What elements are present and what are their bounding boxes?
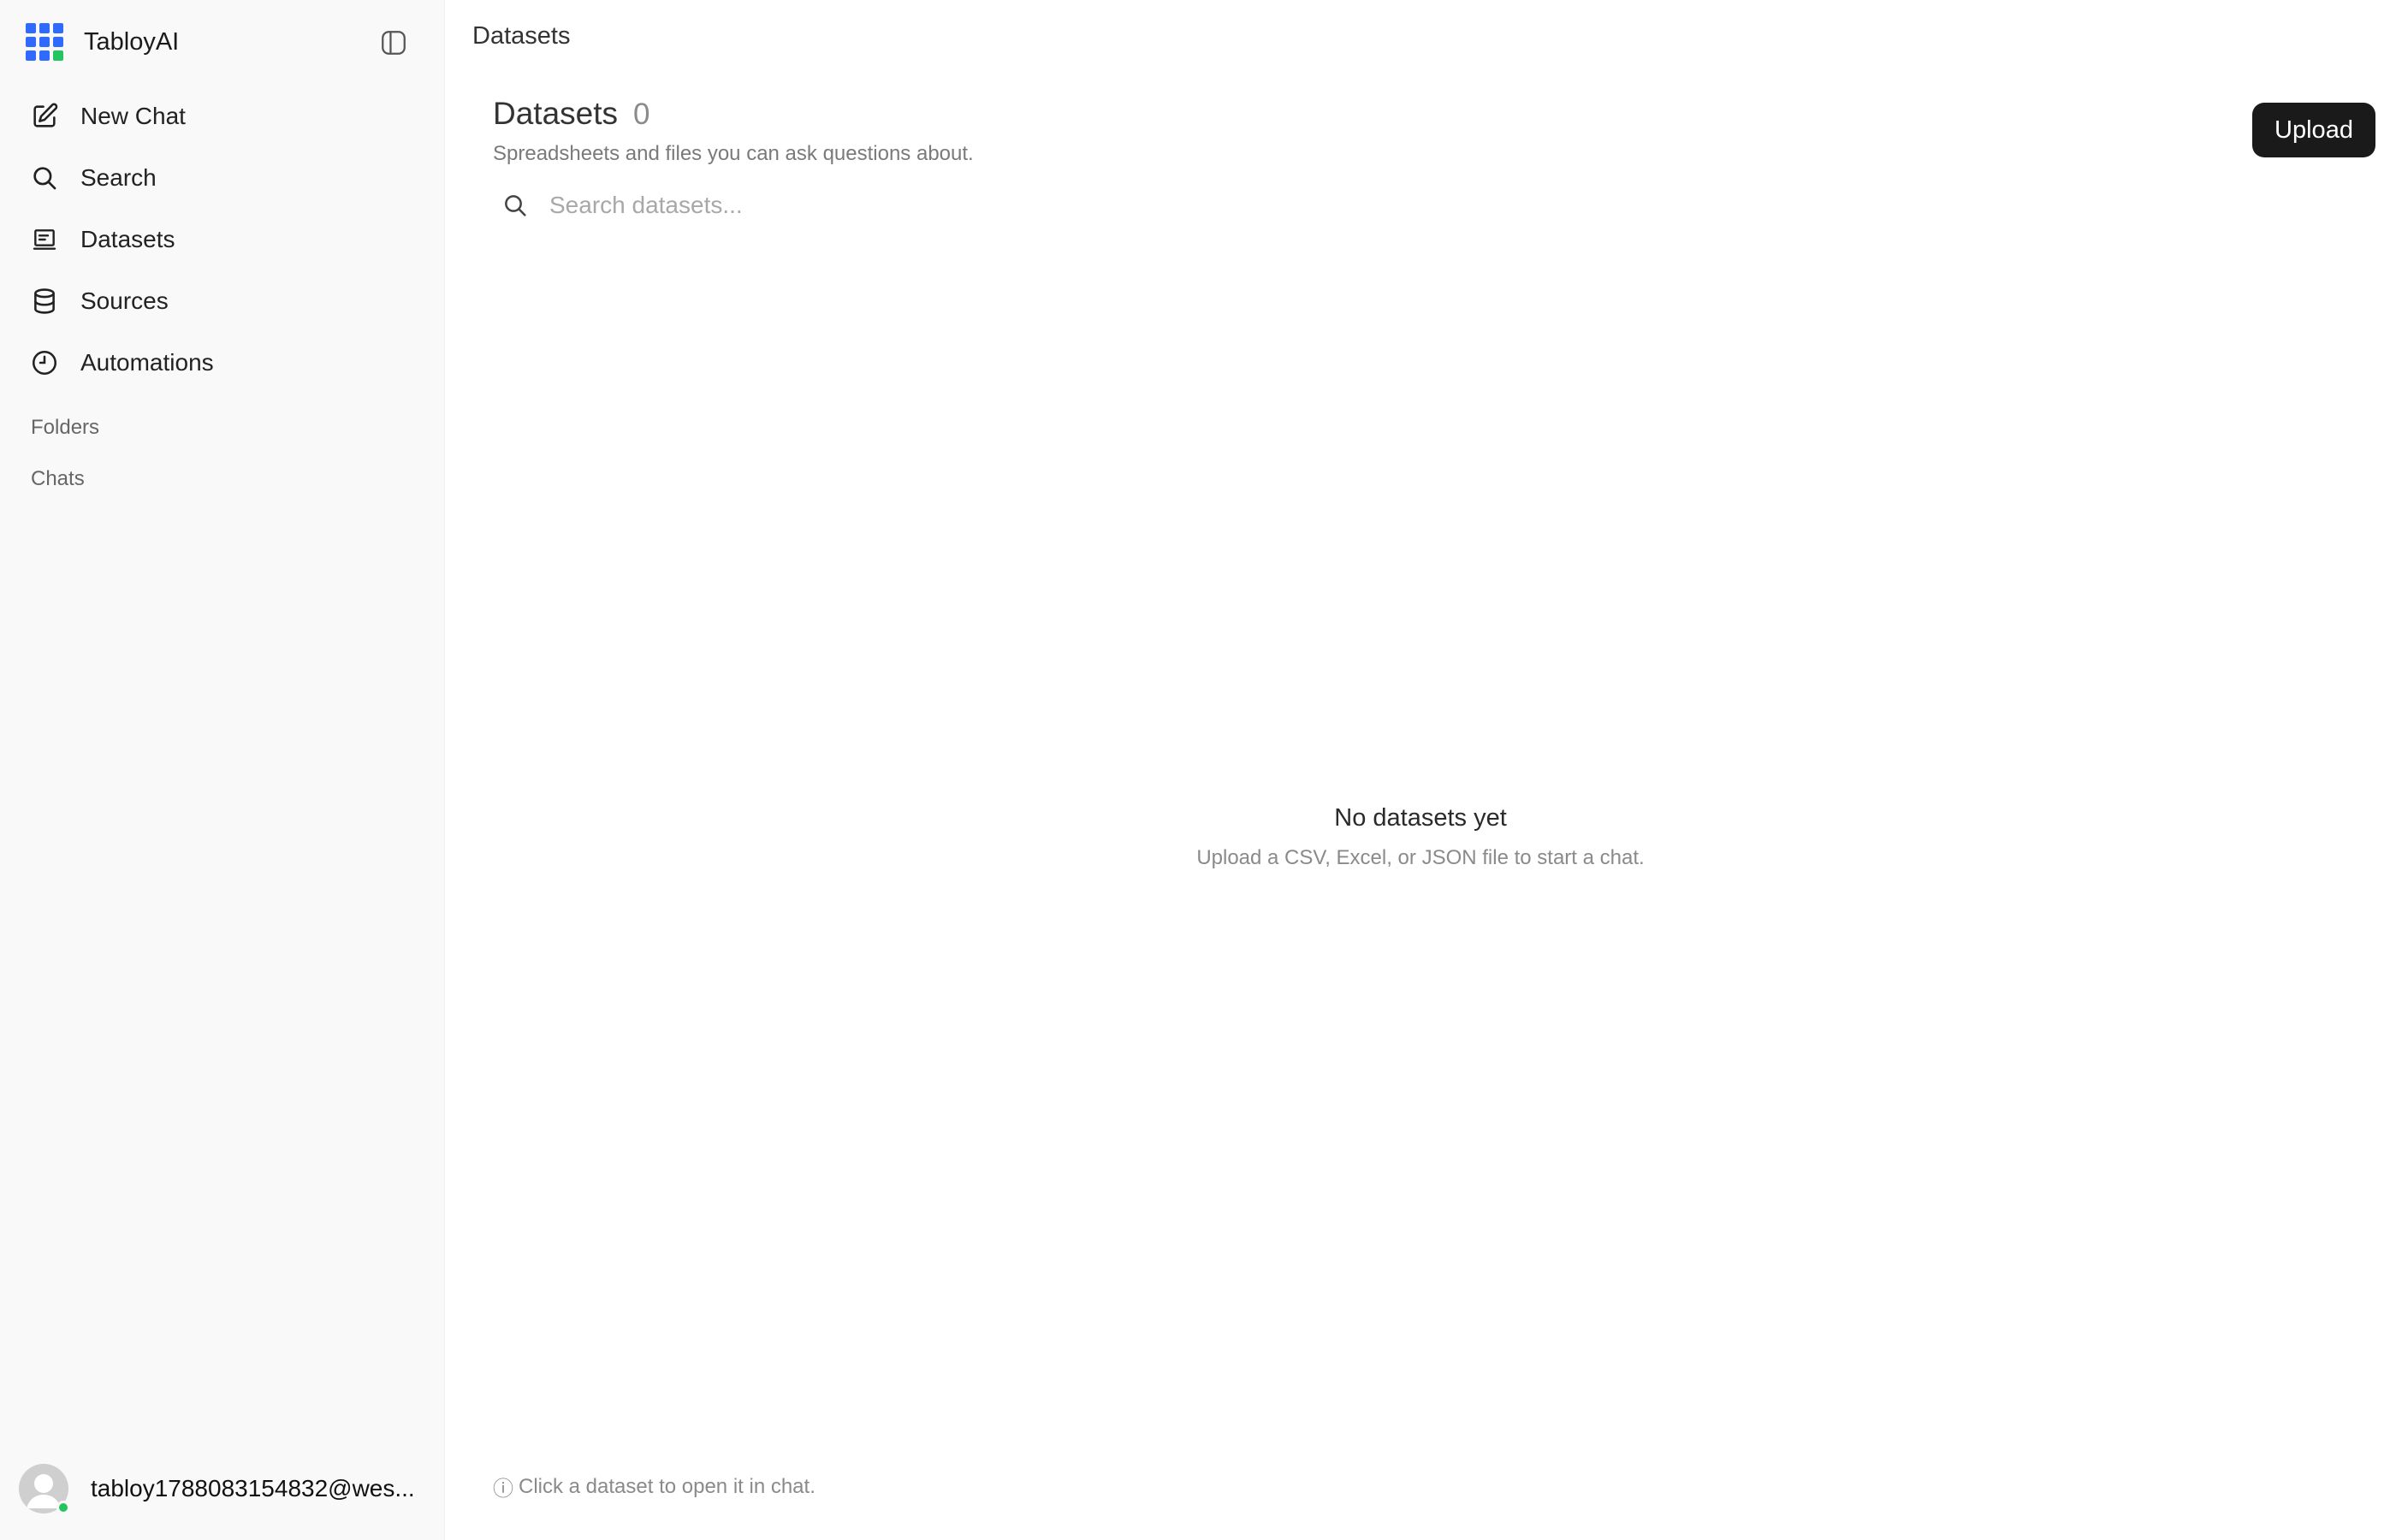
page-title-text: Datasets (493, 96, 619, 131)
search-input[interactable] (548, 191, 1061, 220)
sidebar: TabloyAI New Chat Search Datasets Source… (0, 0, 445, 1540)
grid-logo-icon (26, 23, 63, 61)
sidebar-item-label: Automations (80, 349, 214, 376)
online-status-indicator (56, 1501, 70, 1514)
topbar-title: Datasets (472, 22, 571, 50)
footer-hint-text: Click a dataset to open it in chat. (519, 1474, 815, 1498)
search-icon (498, 188, 532, 222)
datasets-icon (29, 224, 60, 255)
sidebar-item-label: New Chat (80, 103, 186, 129)
main-content: Datasets Datasets 0 Spreadsheets and fil… (445, 0, 2396, 1540)
app-name: TabloyAI (84, 27, 180, 56)
page-title: Datasets 0 (493, 96, 649, 132)
sidebar-section-folders[interactable]: Folders (31, 416, 99, 440)
database-icon (29, 286, 60, 317)
sidebar-item-automations[interactable]: Automations (17, 335, 428, 390)
sidebar-item-new-chat[interactable]: New Chat (17, 89, 428, 144)
sidebar-item-sources[interactable]: Sources (17, 274, 428, 329)
empty-state-subtitle: Upload a CSV, Excel, or JSON file to sta… (1196, 846, 1645, 869)
user-menu[interactable]: tabloy1788083154832@wes... (19, 1463, 430, 1514)
sidebar-item-search[interactable]: Search (17, 151, 428, 205)
dataset-count: 0 (633, 98, 650, 131)
dataset-search[interactable] (493, 181, 1092, 229)
sidebar-nav: New Chat Search Datasets Sources Automat… (17, 89, 428, 397)
clock-icon (29, 347, 60, 378)
brand[interactable]: TabloyAI (26, 22, 179, 62)
empty-state-title: No datasets yet (1334, 804, 1507, 832)
app-root: TabloyAI New Chat Search Datasets Source… (0, 0, 2396, 1540)
pencil-square-icon (29, 101, 60, 132)
sidebar-item-label: Datasets (80, 226, 175, 252)
user-email: tabloy1788083154832@wes... (91, 1475, 415, 1502)
info-icon: ⓘ (493, 1478, 513, 1501)
sidebar-item-datasets[interactable]: Datasets (17, 212, 428, 267)
sidebar-item-label: Sources (80, 287, 169, 314)
page-subtitle: Spreadsheets and files you can ask quest… (493, 142, 974, 165)
sidebar-toggle-button[interactable] (377, 26, 411, 60)
upload-button[interactable]: Upload (2252, 103, 2375, 157)
search-icon (29, 163, 60, 193)
empty-state: No datasets yet Upload a CSV, Excel, or … (445, 804, 2396, 870)
footer-hint: ⓘ Click a dataset to open it in chat. (493, 1472, 815, 1502)
sidebar-section-chats[interactable]: Chats (31, 467, 85, 491)
sidebar-panel-icon (382, 31, 406, 55)
sidebar-item-label: Search (80, 164, 157, 191)
